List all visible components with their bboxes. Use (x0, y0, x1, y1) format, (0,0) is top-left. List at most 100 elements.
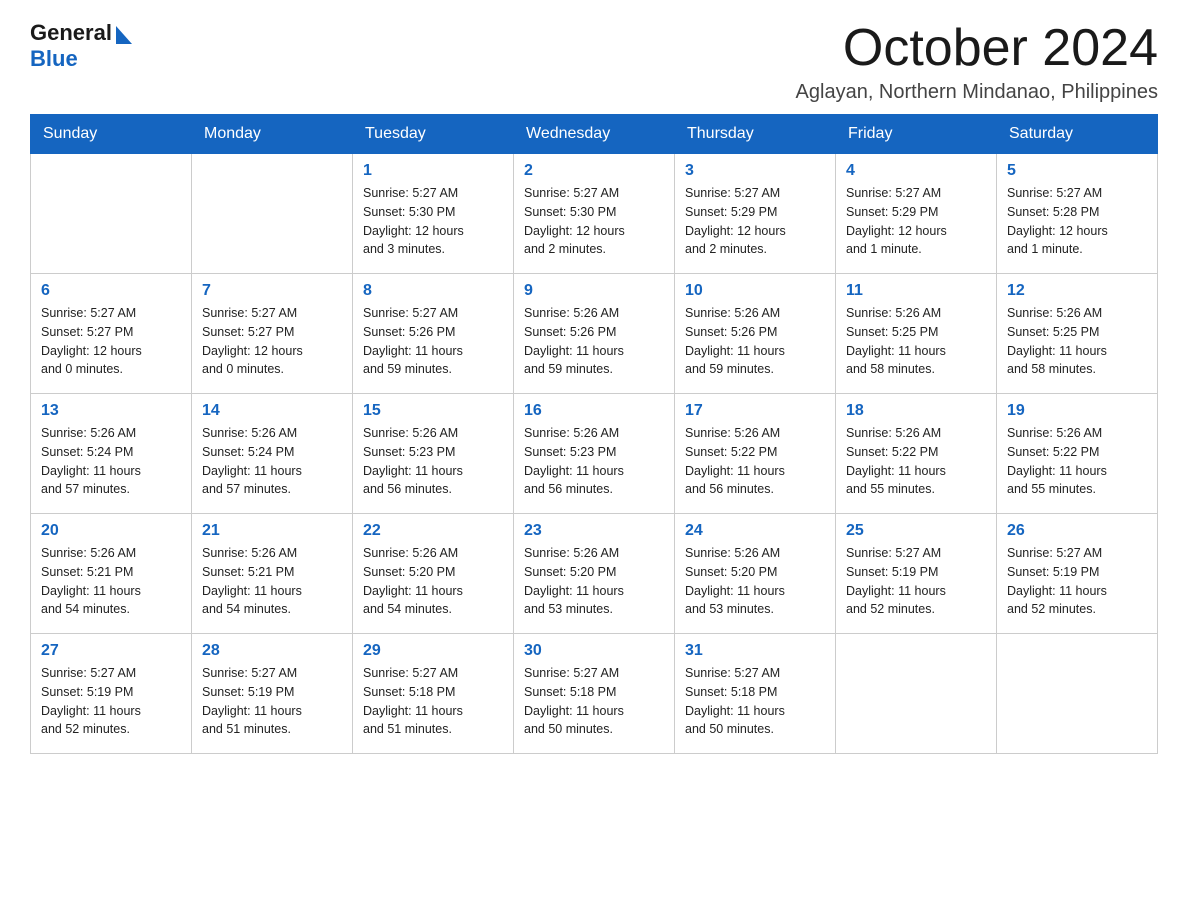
title-block: October 2024 Aglayan, Northern Mindanao,… (796, 20, 1158, 104)
calendar-week-row: 13 Sunrise: 5:26 AM Sunset: 5:24 PM Dayli… (31, 394, 1158, 514)
calendar-cell: 13Sunrise: 5:26 AM Sunset: 5:24 PM Dayli… (31, 394, 192, 514)
day-number: 13 (41, 402, 181, 420)
calendar-week-row: 6 Sunrise: 5:27 AM Sunset: 5:27 PM Daylig… (31, 274, 1158, 394)
day-number: 24 (685, 522, 825, 540)
day-number: 28 (202, 642, 342, 660)
day-info: Sunrise: 5:26 AM Sunset: 5:26 PM Dayligh… (685, 304, 825, 379)
day-info: Sunrise: 5:26 AM Sunset: 5:22 PM Dayligh… (1007, 424, 1147, 499)
day-info: Sunrise: 5:26 AM Sunset: 5:25 PM Dayligh… (1007, 304, 1147, 379)
calendar-cell: 15 Sunrise: 5:26 AM Sunset: 5:23 PM Dayli… (353, 394, 514, 514)
day-number: 18 (846, 402, 986, 420)
weekday-header-wednesday: Wednesday (514, 115, 675, 154)
day-number: 15 (363, 402, 503, 420)
day-number: 3 (685, 162, 825, 180)
calendar-cell: 25 Sunrise: 5:27 AM Sunset: 5:19 PM Dayli… (836, 514, 997, 634)
calendar-cell: 2Sunrise: 5:27 AM Sunset: 5:30 PM Daylig… (514, 154, 675, 274)
calendar-cell: 28 Sunrise: 5:27 AM Sunset: 5:19 PM Dayli… (192, 634, 353, 754)
day-number: 8 (363, 282, 503, 300)
logo-blue-text: Blue (30, 46, 78, 71)
calendar-cell: 29 Sunrise: 5:27 AM Sunset: 5:18 PM Dayli… (353, 634, 514, 754)
calendar-cell: 16Sunrise: 5:26 AM Sunset: 5:23 PM Dayli… (514, 394, 675, 514)
calendar-week-row: 1 Sunrise: 5:27 AM Sunset: 5:30 PM Daylig… (31, 154, 1158, 274)
day-number: 21 (202, 522, 342, 540)
calendar-cell (192, 154, 353, 274)
calendar-cell: 1 Sunrise: 5:27 AM Sunset: 5:30 PM Daylig… (353, 154, 514, 274)
day-info: Sunrise: 5:26 AM Sunset: 5:23 PM Dayligh… (363, 424, 503, 499)
page-header: General Blue October 2024 Aglayan, North… (30, 20, 1158, 104)
weekday-header-saturday: Saturday (997, 115, 1158, 154)
day-info: Sunrise: 5:27 AM Sunset: 5:28 PM Dayligh… (1007, 184, 1147, 259)
weekday-header-friday: Friday (836, 115, 997, 154)
day-info: Sunrise: 5:26 AM Sunset: 5:26 PM Dayligh… (524, 304, 664, 379)
day-number: 2 (524, 162, 664, 180)
calendar-table: SundayMondayTuesdayWednesdayThursdayFrid… (30, 114, 1158, 754)
calendar-cell: 17 Sunrise: 5:26 AM Sunset: 5:22 PM Dayli… (675, 394, 836, 514)
day-info: Sunrise: 5:26 AM Sunset: 5:21 PM Dayligh… (41, 544, 181, 619)
day-info: Sunrise: 5:26 AM Sunset: 5:22 PM Dayligh… (685, 424, 825, 499)
day-number: 11 (846, 282, 986, 300)
day-number: 10 (685, 282, 825, 300)
day-number: 5 (1007, 162, 1147, 180)
calendar-cell: 5 Sunrise: 5:27 AM Sunset: 5:28 PM Daylig… (997, 154, 1158, 274)
calendar-cell: 8 Sunrise: 5:27 AM Sunset: 5:26 PM Daylig… (353, 274, 514, 394)
day-info: Sunrise: 5:27 AM Sunset: 5:26 PM Dayligh… (363, 304, 503, 379)
calendar-cell: 6 Sunrise: 5:27 AM Sunset: 5:27 PM Daylig… (31, 274, 192, 394)
day-number: 6 (41, 282, 181, 300)
calendar-cell: 11Sunrise: 5:26 AM Sunset: 5:25 PM Dayli… (836, 274, 997, 394)
calendar-cell: 27 Sunrise: 5:27 AM Sunset: 5:19 PM Dayli… (31, 634, 192, 754)
calendar-cell: 26 Sunrise: 5:27 AM Sunset: 5:19 PM Dayli… (997, 514, 1158, 634)
day-number: 30 (524, 642, 664, 660)
calendar-cell: 4 Sunrise: 5:27 AM Sunset: 5:29 PM Daylig… (836, 154, 997, 274)
day-number: 12 (1007, 282, 1147, 300)
day-number: 25 (846, 522, 986, 540)
day-number: 17 (685, 402, 825, 420)
day-info: Sunrise: 5:27 AM Sunset: 5:27 PM Dayligh… (41, 304, 181, 379)
calendar-cell: 9 Sunrise: 5:26 AM Sunset: 5:26 PM Daylig… (514, 274, 675, 394)
day-info: Sunrise: 5:26 AM Sunset: 5:21 PM Dayligh… (202, 544, 342, 619)
weekday-header-sunday: Sunday (31, 115, 192, 154)
day-number: 23 (524, 522, 664, 540)
day-number: 1 (363, 162, 503, 180)
calendar-week-row: 27 Sunrise: 5:27 AM Sunset: 5:19 PM Dayli… (31, 634, 1158, 754)
day-number: 29 (363, 642, 503, 660)
weekday-header-monday: Monday (192, 115, 353, 154)
calendar-cell: 10 Sunrise: 5:26 AM Sunset: 5:26 PM Dayli… (675, 274, 836, 394)
day-number: 7 (202, 282, 342, 300)
location-title: Aglayan, Northern Mindanao, Philippines (796, 81, 1158, 104)
day-info: Sunrise: 5:27 AM Sunset: 5:19 PM Dayligh… (202, 664, 342, 739)
calendar-cell (31, 154, 192, 274)
logo: General Blue (30, 20, 132, 72)
calendar-cell: 3 Sunrise: 5:27 AM Sunset: 5:29 PM Daylig… (675, 154, 836, 274)
day-info: Sunrise: 5:27 AM Sunset: 5:29 PM Dayligh… (685, 184, 825, 259)
day-info: Sunrise: 5:27 AM Sunset: 5:19 PM Dayligh… (41, 664, 181, 739)
day-number: 9 (524, 282, 664, 300)
day-info: Sunrise: 5:26 AM Sunset: 5:22 PM Dayligh… (846, 424, 986, 499)
day-info: Sunrise: 5:27 AM Sunset: 5:18 PM Dayligh… (685, 664, 825, 739)
weekday-header-tuesday: Tuesday (353, 115, 514, 154)
calendar-cell: 23 Sunrise: 5:26 AM Sunset: 5:20 PM Dayli… (514, 514, 675, 634)
day-number: 14 (202, 402, 342, 420)
calendar-cell: 20Sunrise: 5:26 AM Sunset: 5:21 PM Dayli… (31, 514, 192, 634)
day-info: Sunrise: 5:26 AM Sunset: 5:20 PM Dayligh… (524, 544, 664, 619)
calendar-cell: 7 Sunrise: 5:27 AM Sunset: 5:27 PM Daylig… (192, 274, 353, 394)
weekday-header-row: SundayMondayTuesdayWednesdayThursdayFrid… (31, 115, 1158, 154)
logo-triangle-icon (116, 26, 132, 44)
day-info: Sunrise: 5:27 AM Sunset: 5:29 PM Dayligh… (846, 184, 986, 259)
day-info: Sunrise: 5:27 AM Sunset: 5:19 PM Dayligh… (846, 544, 986, 619)
day-info: Sunrise: 5:27 AM Sunset: 5:19 PM Dayligh… (1007, 544, 1147, 619)
day-number: 4 (846, 162, 986, 180)
calendar-cell: 22 Sunrise: 5:26 AM Sunset: 5:20 PM Dayli… (353, 514, 514, 634)
day-info: Sunrise: 5:27 AM Sunset: 5:27 PM Dayligh… (202, 304, 342, 379)
day-number: 26 (1007, 522, 1147, 540)
calendar-cell: 30Sunrise: 5:27 AM Sunset: 5:18 PM Dayli… (514, 634, 675, 754)
day-info: Sunrise: 5:26 AM Sunset: 5:20 PM Dayligh… (363, 544, 503, 619)
day-info: Sunrise: 5:27 AM Sunset: 5:18 PM Dayligh… (363, 664, 503, 739)
calendar-cell: 31Sunrise: 5:27 AM Sunset: 5:18 PM Dayli… (675, 634, 836, 754)
weekday-header-thursday: Thursday (675, 115, 836, 154)
day-info: Sunrise: 5:27 AM Sunset: 5:30 PM Dayligh… (363, 184, 503, 259)
day-number: 27 (41, 642, 181, 660)
day-info: Sunrise: 5:26 AM Sunset: 5:24 PM Dayligh… (202, 424, 342, 499)
day-number: 16 (524, 402, 664, 420)
calendar-cell: 18 Sunrise: 5:26 AM Sunset: 5:22 PM Dayli… (836, 394, 997, 514)
day-number: 22 (363, 522, 503, 540)
